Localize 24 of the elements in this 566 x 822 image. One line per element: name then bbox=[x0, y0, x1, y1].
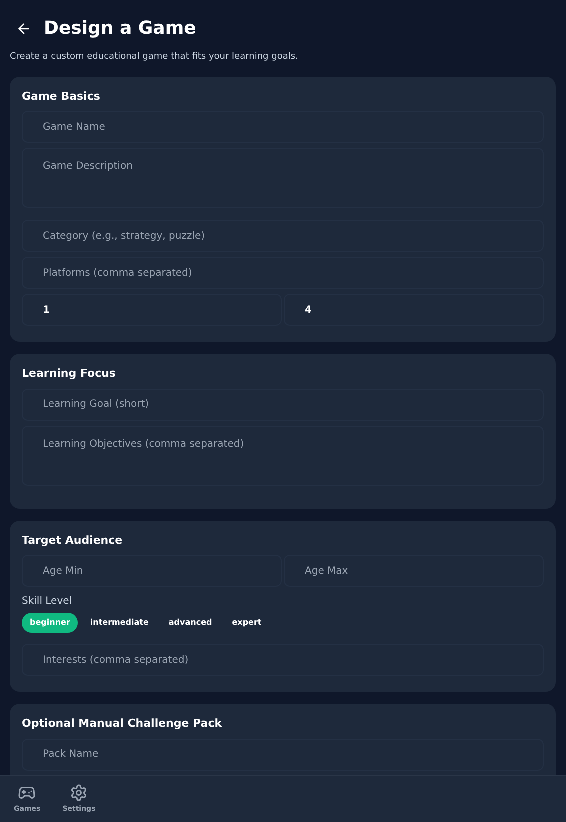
skill-chip[interactable]: expert bbox=[224, 613, 270, 633]
settings-icon bbox=[70, 784, 88, 802]
input-field[interactable]: Pack Name bbox=[22, 738, 544, 770]
text-area[interactable]: Learning Objectives (comma separated) bbox=[22, 426, 544, 486]
input-field[interactable]: Category (e.g., strategy, puzzle) bbox=[22, 220, 544, 252]
input-field[interactable]: Game Name bbox=[22, 111, 544, 143]
input-field[interactable]: Interests (comma separated) bbox=[22, 644, 544, 676]
input-field[interactable]: Learning Goal (short) bbox=[22, 388, 544, 420]
field-label: Skill Level bbox=[22, 595, 74, 609]
page-title: Design a Game bbox=[44, 17, 196, 41]
section-title: Game Basics bbox=[22, 88, 102, 104]
skill-chip[interactable]: intermediate bbox=[82, 613, 157, 633]
skill-chip[interactable]: advanced bbox=[160, 613, 220, 633]
input-field[interactable]: Platforms (comma separated) bbox=[22, 257, 544, 289]
input-field[interactable]: 1 bbox=[22, 294, 282, 326]
section-title: Learning Focus bbox=[22, 366, 117, 382]
page-subtitle: Create a custom educational game that fits your learning goals. bbox=[10, 51, 300, 64]
input-field[interactable]: Age Min bbox=[22, 555, 282, 587]
back-button[interactable] bbox=[16, 20, 32, 36]
input-field[interactable]: 4 bbox=[284, 294, 544, 326]
section-title: Target Audience bbox=[22, 532, 124, 548]
input-field[interactable]: Age Max bbox=[284, 555, 544, 587]
section-title: Optional Manual Challenge Pack bbox=[22, 716, 224, 732]
text-area[interactable]: Game Description bbox=[22, 148, 544, 208]
